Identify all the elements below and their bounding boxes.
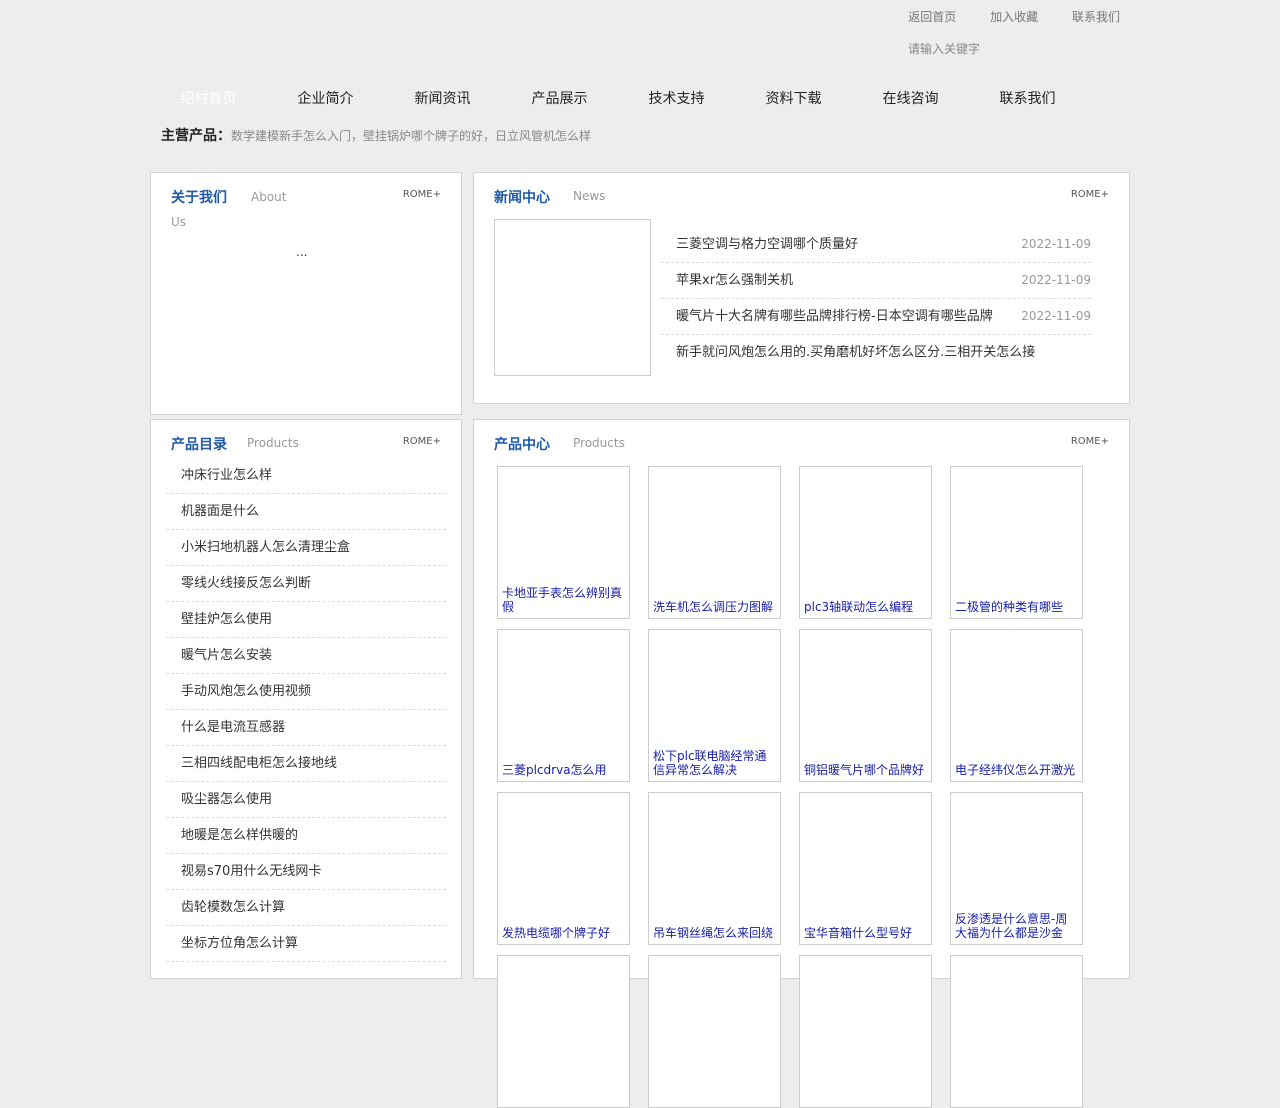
product-card[interactable]: plc3轴联动怎么编程 <box>799 466 932 619</box>
nav-company-intro[interactable]: 企业简介 <box>267 88 384 108</box>
product-card[interactable] <box>950 955 1083 1108</box>
nav-news[interactable]: 新闻资讯 <box>384 88 501 108</box>
news-item[interactable]: 苹果xr怎么强制关机 2022-11-09 <box>661 263 1091 299</box>
nav-products[interactable]: 产品展示 <box>501 88 618 108</box>
product-name[interactable]: 卡地亚手表怎么辨别真假 <box>502 586 625 614</box>
news-item[interactable]: 新手就问风炮怎么用的.买角磨机好坏怎么区分.三相开关怎么接 <box>661 335 1091 370</box>
product-card[interactable] <box>648 955 781 1108</box>
news-item[interactable]: 暖气片十大名牌有哪些品牌排行榜-日本空调有哪些品牌 2022-11-09 <box>661 299 1091 335</box>
news-item[interactable]: 三菱空调与格力空调哪个质量好 2022-11-09 <box>661 227 1091 263</box>
products-subtitle: Products <box>573 436 625 450</box>
products-panel: 产品中心 Products ROME+ 卡地亚手表怎么辨别真假 洗车机怎么调压力… <box>473 419 1130 1108</box>
catalog-title: 产品目录 <box>171 437 227 453</box>
product-card[interactable]: 二极管的种类有哪些 <box>950 466 1083 619</box>
catalog-item[interactable]: 手动风炮怎么使用视频 <box>166 674 446 710</box>
about-panel: 关于我们 About Us ROME+ ... <box>150 172 462 415</box>
main-nav: 绍村首页 企业简介 新闻资讯 产品展示 技术支持 资料下载 在线咨询 联系我们 <box>150 88 1130 110</box>
news-list: 三菱空调与格力空调哪个质量好 2022-11-09 苹果xr怎么强制关机 2022-… <box>661 227 1091 370</box>
product-name[interactable]: 反渗透是什么意思-周大福为什么都是沙金 <box>955 912 1078 940</box>
news-title: 新闻中心 <box>494 190 550 206</box>
product-card[interactable]: 洗车机怎么调压力图解 <box>648 466 781 619</box>
nav-downloads[interactable]: 资料下载 <box>735 88 852 108</box>
news-image[interactable] <box>494 219 651 376</box>
main-products: 主营产品：数学建模新手怎么入门，壁挂锅炉哪个牌子的好，日立风管机怎么样 <box>161 125 591 145</box>
news-item-date: 2022-11-09 <box>1021 237 1091 251</box>
news-item-title[interactable]: 新手就问风炮怎么用的.买角磨机好坏怎么区分.三相开关怎么接 <box>676 335 1096 370</box>
catalog-item[interactable]: 三相四线配电柜怎么接地线 <box>166 746 446 782</box>
catalog-item[interactable]: 地暖是怎么样供暖的 <box>166 818 446 854</box>
news-panel: 新闻中心 News ROME+ 三菱空调与格力空调哪个质量好 2022-11-09… <box>473 172 1130 404</box>
catalog-item[interactable]: 坐标方位角怎么计算 <box>166 926 446 962</box>
product-card[interactable]: 铜铝暖气片哪个品牌好 <box>799 629 932 782</box>
product-name[interactable]: 电子经纬仪怎么开激光 <box>955 763 1078 777</box>
about-more-link[interactable]: ROME+ <box>403 189 441 200</box>
catalog-subtitle: Products <box>247 436 299 450</box>
product-name[interactable]: 宝华音箱什么型号好 <box>804 926 927 940</box>
product-card[interactable] <box>497 955 630 1108</box>
product-card[interactable]: 电子经纬仪怎么开激光 <box>950 629 1083 782</box>
search-input[interactable]: 请输入关键字 <box>908 40 980 57</box>
product-name[interactable]: plc3轴联动怎么编程 <box>804 600 927 614</box>
catalog-item[interactable]: 零线火线接反怎么判断 <box>166 566 446 602</box>
product-card[interactable]: 发热电缆哪个牌子好 <box>497 792 630 945</box>
catalog-item[interactable]: 齿轮模数怎么计算 <box>166 890 446 926</box>
catalog-more-link[interactable]: ROME+ <box>403 436 441 447</box>
catalog-panel: 产品目录 Products ROME+ 冲床行业怎么样 机器面是什么 小米扫地机… <box>150 419 462 979</box>
top-links: 返回首页 加入收藏 联系我们 <box>878 8 1120 25</box>
catalog-item[interactable]: 视易s70用什么无线网卡 <box>166 854 446 890</box>
nav-contact[interactable]: 联系我们 <box>969 88 1086 108</box>
news-more-link[interactable]: ROME+ <box>1071 189 1109 200</box>
catalog-item[interactable]: 冲床行业怎么样 <box>166 458 446 494</box>
catalog-item[interactable]: 机器面是什么 <box>166 494 446 530</box>
news-subtitle: News <box>573 189 606 203</box>
main-products-text: 数学建模新手怎么入门，壁挂锅炉哪个牌子的好，日立风管机怎么样 <box>231 129 592 143</box>
nav-home[interactable]: 绍村首页 <box>150 88 267 108</box>
home-link[interactable]: 返回首页 <box>908 10 956 24</box>
product-card[interactable]: 宝华音箱什么型号好 <box>799 792 932 945</box>
product-card[interactable]: 卡地亚手表怎么辨别真假 <box>497 466 630 619</box>
contact-link[interactable]: 联系我们 <box>1072 10 1120 24</box>
news-item-date: 2022-11-09 <box>1021 273 1091 287</box>
products-title: 产品中心 <box>494 437 550 453</box>
nav-support[interactable]: 技术支持 <box>618 88 735 108</box>
catalog-item[interactable]: 吸尘器怎么使用 <box>166 782 446 818</box>
product-name[interactable]: 洗车机怎么调压力图解 <box>653 600 776 614</box>
news-item-title[interactable]: 三菱空调与格力空调哪个质量好 <box>676 227 1016 262</box>
product-name[interactable]: 发热电缆哪个牌子好 <box>502 926 625 940</box>
product-card[interactable]: 吊车钢丝绳怎么来回绕 <box>648 792 781 945</box>
product-card[interactable]: 松下plc联电脑经常通信异常怎么解决 <box>648 629 781 782</box>
news-item-title[interactable]: 暖气片十大名牌有哪些品牌排行榜-日本空调有哪些品牌 <box>676 299 1016 334</box>
product-name[interactable]: 松下plc联电脑经常通信异常怎么解决 <box>653 749 776 777</box>
about-subtitle: About Us <box>171 190 287 229</box>
product-card[interactable]: 反渗透是什么意思-周大福为什么都是沙金 <box>950 792 1083 945</box>
catalog-list: 冲床行业怎么样 机器面是什么 小米扫地机器人怎么清理尘盒 零线火线接反怎么判断 … <box>166 458 446 962</box>
catalog-item[interactable]: 什么是电流互感器 <box>166 710 446 746</box>
news-item-title[interactable]: 苹果xr怎么强制关机 <box>676 263 1016 298</box>
products-more-link[interactable]: ROME+ <box>1071 436 1109 447</box>
nav-consult[interactable]: 在线咨询 <box>852 88 969 108</box>
about-text: ... <box>296 245 308 259</box>
product-name[interactable]: 三菱plcdrva怎么用 <box>502 763 625 777</box>
product-name[interactable]: 吊车钢丝绳怎么来回绕 <box>653 926 776 940</box>
main-products-label: 主营产品： <box>161 128 231 144</box>
catalog-item[interactable]: 暖气片怎么安装 <box>166 638 446 674</box>
product-card[interactable]: 三菱plcdrva怎么用 <box>497 629 630 782</box>
catalog-item[interactable]: 壁挂炉怎么使用 <box>166 602 446 638</box>
catalog-item[interactable]: 小米扫地机器人怎么清理尘盒 <box>166 530 446 566</box>
news-item-date: 2022-11-09 <box>1021 309 1091 323</box>
product-name[interactable]: 铜铝暖气片哪个品牌好 <box>804 763 927 777</box>
bookmark-link[interactable]: 加入收藏 <box>990 10 1038 24</box>
product-name[interactable]: 二极管的种类有哪些 <box>955 600 1078 614</box>
product-card[interactable] <box>799 955 932 1108</box>
